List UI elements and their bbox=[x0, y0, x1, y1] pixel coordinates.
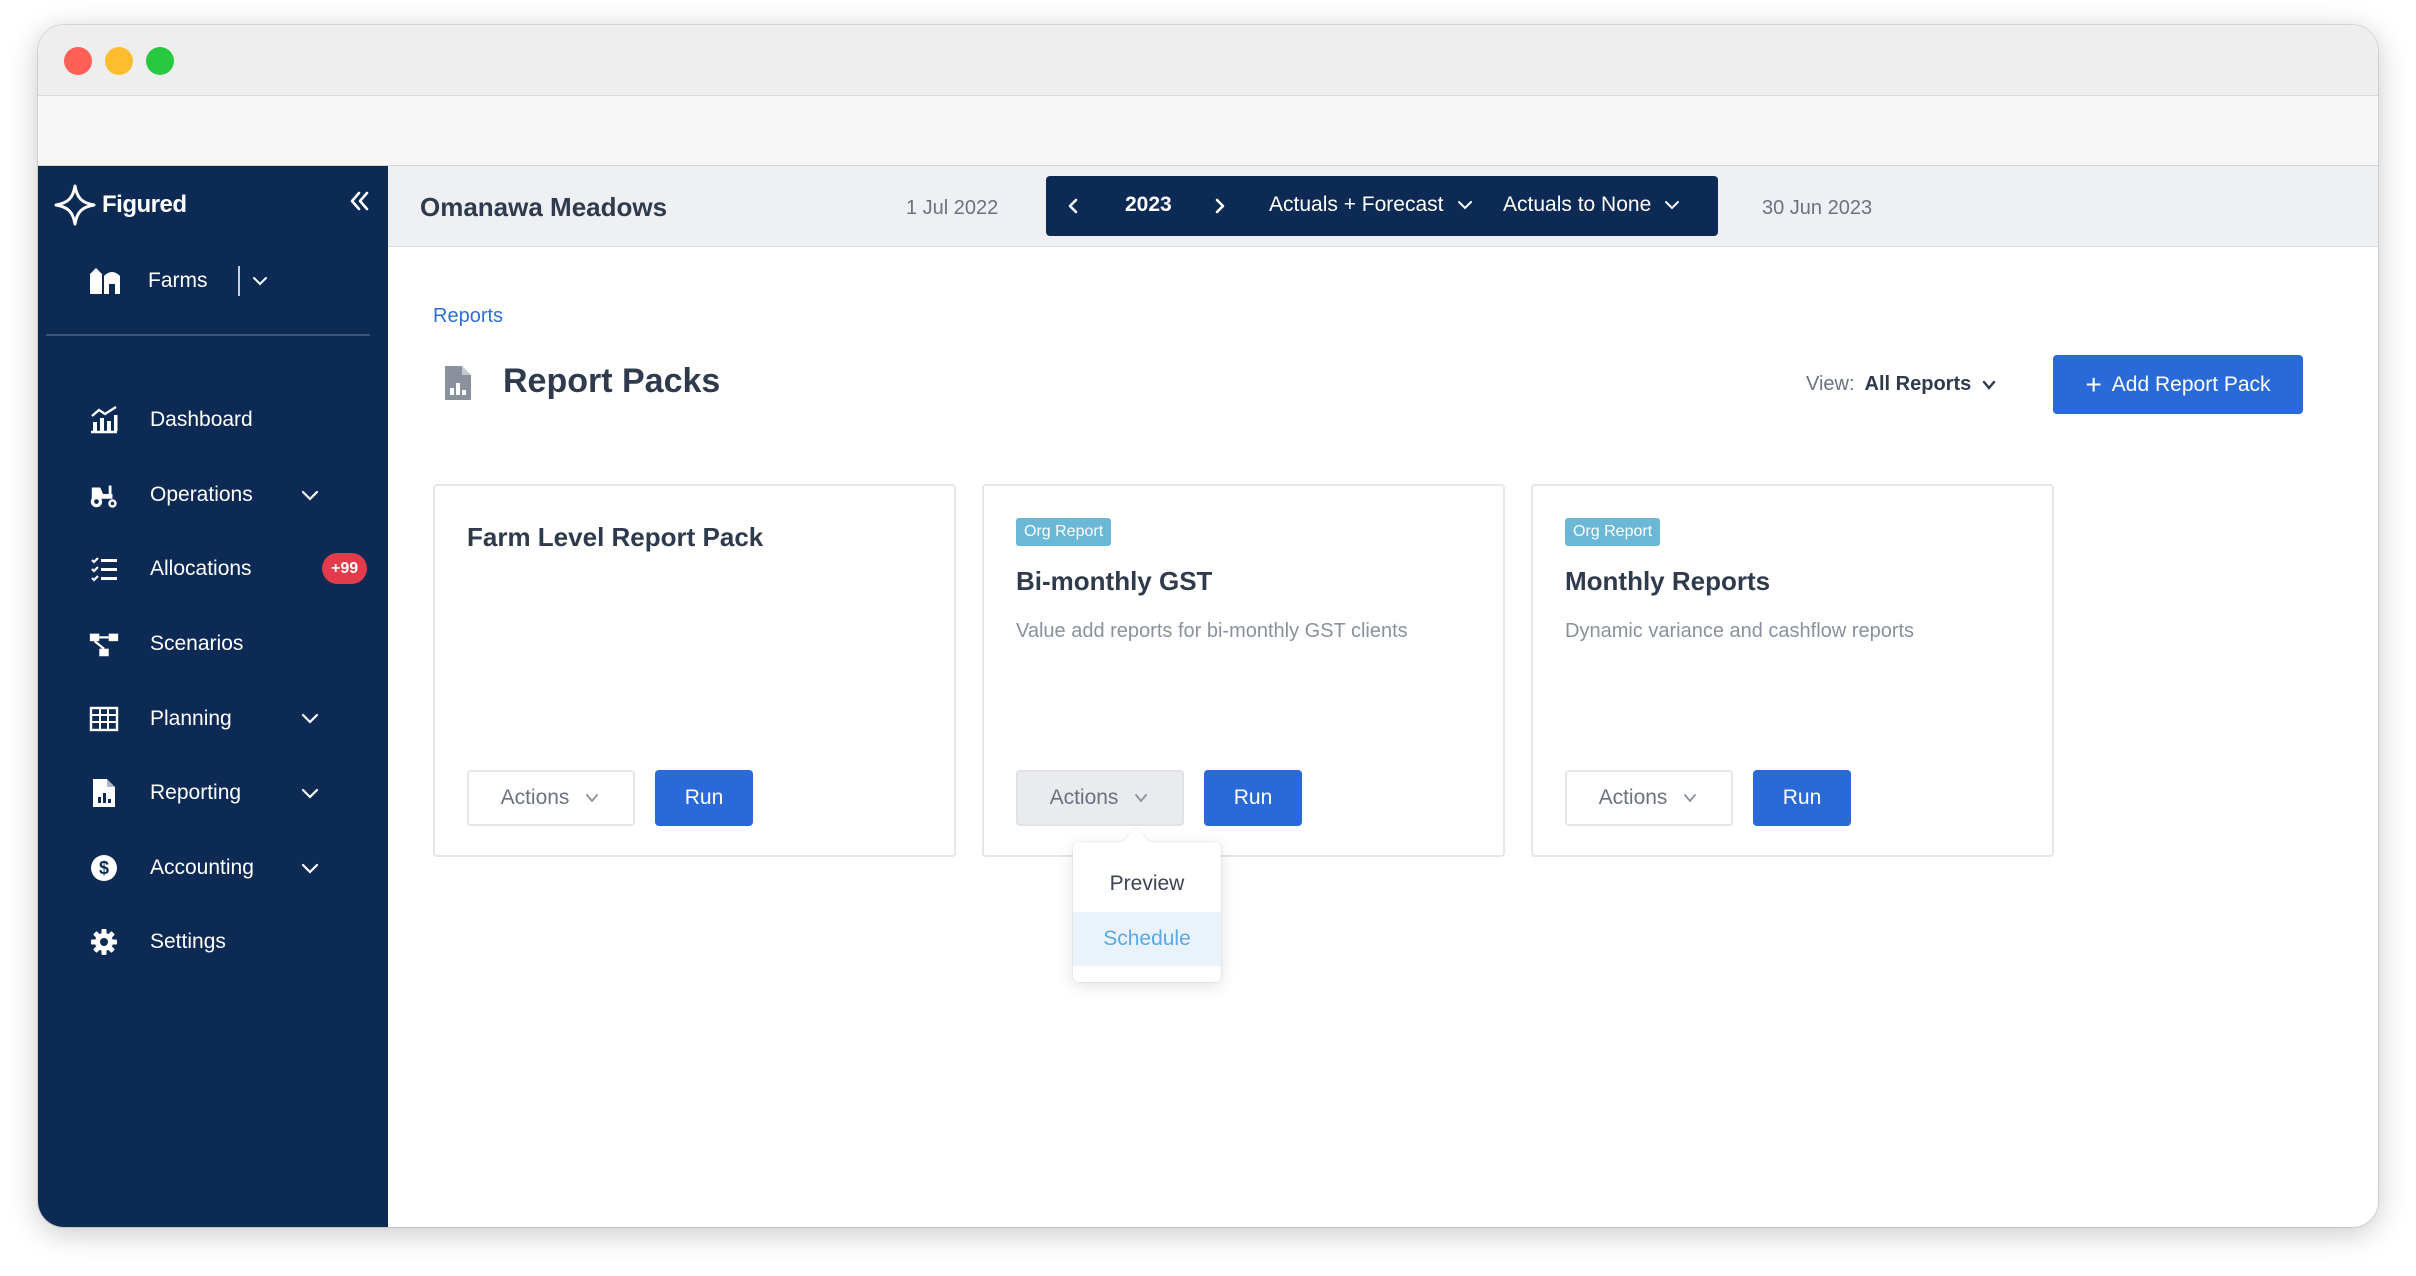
period-selector: 2023 Actuals + Forecast Actuals to None bbox=[1046, 176, 1718, 236]
chevron-down-icon bbox=[1457, 201, 1472, 210]
breadcrumb-reports[interactable]: Reports bbox=[433, 305, 503, 328]
view-label: View: bbox=[1806, 373, 1855, 395]
previous-year-icon[interactable] bbox=[1061, 193, 1087, 219]
menu-item-preview[interactable]: Preview bbox=[1073, 857, 1221, 911]
actions-button[interactable]: Actions bbox=[467, 770, 635, 826]
close-window-button[interactable] bbox=[64, 47, 92, 75]
sidebar-item-label: Operations bbox=[150, 482, 253, 506]
farms-divider bbox=[237, 266, 240, 296]
run-button[interactable]: Run bbox=[655, 770, 753, 826]
table-grid-icon bbox=[88, 703, 120, 735]
report-pack-card: Org Report Bi-monthly GST Value add repo… bbox=[982, 484, 1505, 857]
sidebar-item-label: Scenarios bbox=[150, 632, 244, 656]
report-document-icon bbox=[445, 366, 471, 400]
svg-text:$: $ bbox=[99, 858, 109, 878]
chevron-down-icon bbox=[1684, 794, 1697, 803]
mode-label: Actuals + Forecast bbox=[1269, 193, 1444, 216]
app-window: Figured Farms Dashboard Operations Alloc… bbox=[38, 25, 2378, 1227]
main-content: Reports Report Packs View: All Reports +… bbox=[388, 247, 2378, 1227]
zoom-window-button[interactable] bbox=[146, 47, 174, 75]
run-button[interactable]: Run bbox=[1753, 770, 1851, 826]
org-report-tag: Org Report bbox=[1565, 518, 1661, 546]
chevron-down-icon[interactable] bbox=[250, 271, 270, 291]
period-end-date: 30 Jun 2023 bbox=[1762, 197, 1873, 219]
period-bar: Omanawa Meadows 1 Jul 2022 2023 Actuals … bbox=[388, 166, 2378, 247]
menu-item-schedule[interactable]: Schedule bbox=[1073, 912, 1221, 966]
browser-toolbar bbox=[38, 96, 2378, 166]
sidebar-item-label: Allocations bbox=[150, 557, 252, 581]
farm-barn-icon bbox=[90, 268, 120, 294]
window-titlebar bbox=[38, 25, 2378, 96]
sidebar-item-accounting[interactable]: $ Accounting bbox=[38, 831, 388, 906]
org-report-tag: Org Report bbox=[1016, 518, 1112, 546]
figured-logo[interactable]: Figured bbox=[52, 178, 187, 232]
sidebar-nav: Dashboard Operations Allocations +99 Sce… bbox=[38, 383, 388, 980]
farms-selector[interactable]: Farms bbox=[88, 261, 328, 301]
sidebar-divider bbox=[46, 334, 370, 336]
sidebar-item-label: Dashboard bbox=[150, 408, 253, 432]
chevron-down-icon[interactable] bbox=[299, 857, 321, 879]
checklist-icon bbox=[88, 553, 120, 585]
chevron-down-icon[interactable] bbox=[299, 782, 321, 804]
sidebar-item-dashboard[interactable]: Dashboard bbox=[38, 383, 388, 458]
sidebar-item-label: Reporting bbox=[150, 781, 242, 805]
sidebar-item-planning[interactable]: Planning bbox=[38, 681, 388, 756]
card-title: Monthly Reports bbox=[1565, 566, 1771, 596]
add-report-pack-label: Add Report Pack bbox=[2111, 372, 2271, 396]
sidebar-item-allocations[interactable]: Allocations +99 bbox=[38, 532, 388, 607]
chevron-down-icon bbox=[1665, 201, 1680, 210]
sidebar-item-scenarios[interactable]: Scenarios bbox=[38, 607, 388, 682]
sidebar-item-label: Accounting bbox=[150, 855, 254, 879]
run-button[interactable]: Run bbox=[1204, 770, 1302, 826]
report-pack-card: Farm Level Report Pack Actions Run bbox=[433, 484, 956, 857]
actions-label: Actions bbox=[500, 786, 570, 809]
chevron-down-icon bbox=[1135, 794, 1148, 803]
scenarios-tree-icon bbox=[88, 628, 120, 660]
card-title: Farm Level Report Pack bbox=[467, 522, 764, 552]
notification-badge: +99 bbox=[322, 553, 368, 585]
view-value: All Reports bbox=[1864, 373, 1972, 395]
period-start-date: 1 Jul 2022 bbox=[906, 197, 999, 219]
report-document-icon bbox=[88, 777, 120, 809]
dollar-circle-icon: $ bbox=[88, 852, 120, 884]
dashboard-chart-icon bbox=[88, 404, 120, 436]
sidebar-item-label: Planning bbox=[150, 706, 232, 730]
farms-label: Farms bbox=[148, 269, 208, 292]
chevron-down-icon[interactable] bbox=[299, 484, 321, 506]
chevron-down-icon bbox=[1983, 380, 1996, 390]
mode-dropdown[interactable]: Actuals + Forecast bbox=[1269, 193, 1474, 217]
actions-label: Actions bbox=[1049, 786, 1119, 809]
card-description: Dynamic variance and cashflow reports bbox=[1565, 620, 1915, 642]
chevron-down-icon bbox=[586, 794, 599, 803]
view-filter[interactable]: View: All Reports bbox=[1806, 373, 1997, 396]
actions-button[interactable]: Actions bbox=[1565, 770, 1733, 826]
card-title: Bi-monthly GST bbox=[1016, 566, 1213, 596]
chevron-down-icon[interactable] bbox=[299, 707, 321, 729]
figured-star-icon bbox=[54, 184, 96, 226]
page-title: Report Packs bbox=[503, 362, 721, 400]
collapse-sidebar-icon[interactable] bbox=[344, 186, 374, 216]
card-description: Value add reports for bi-monthly GST cli… bbox=[1016, 620, 1408, 642]
brand-name: Figured bbox=[102, 191, 187, 218]
sidebar-item-operations[interactable]: Operations bbox=[38, 458, 388, 533]
minimize-window-button[interactable] bbox=[105, 47, 133, 75]
sidebar-item-settings[interactable]: Settings bbox=[38, 905, 388, 980]
sidebar-item-reporting[interactable]: Reporting bbox=[38, 756, 388, 831]
actions-menu: Preview Schedule bbox=[1073, 829, 1221, 982]
comparison-dropdown[interactable]: Actuals to None bbox=[1503, 193, 1681, 217]
sidebar-item-label: Settings bbox=[150, 930, 226, 954]
sidebar: Figured Farms Dashboard Operations Alloc… bbox=[38, 166, 388, 1227]
comparison-label: Actuals to None bbox=[1503, 193, 1652, 216]
tractor-icon bbox=[88, 479, 120, 511]
actions-button[interactable]: Actions bbox=[1016, 770, 1184, 826]
farm-name: Omanawa Meadows bbox=[420, 192, 668, 222]
year-label: 2023 bbox=[1125, 193, 1172, 216]
report-pack-card: Org Report Monthly Reports Dynamic varia… bbox=[1531, 484, 2054, 857]
next-year-icon[interactable] bbox=[1206, 193, 1232, 219]
add-report-pack-button[interactable]: + Add Report Pack bbox=[2053, 355, 2303, 414]
plus-icon: + bbox=[2085, 368, 2102, 400]
actions-label: Actions bbox=[1598, 786, 1668, 809]
gear-icon bbox=[88, 926, 120, 958]
